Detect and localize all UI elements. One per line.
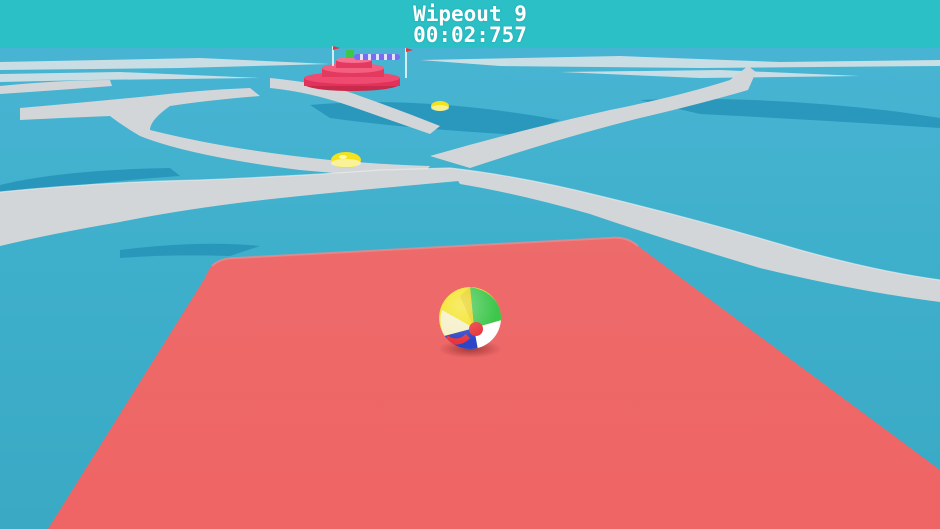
game-viewport[interactable]: Wipeout 9 00:02:757	[0, 0, 940, 529]
game-scene	[0, 0, 940, 529]
yellow-gem-near	[331, 152, 361, 168]
yellow-gem-far	[431, 101, 449, 111]
